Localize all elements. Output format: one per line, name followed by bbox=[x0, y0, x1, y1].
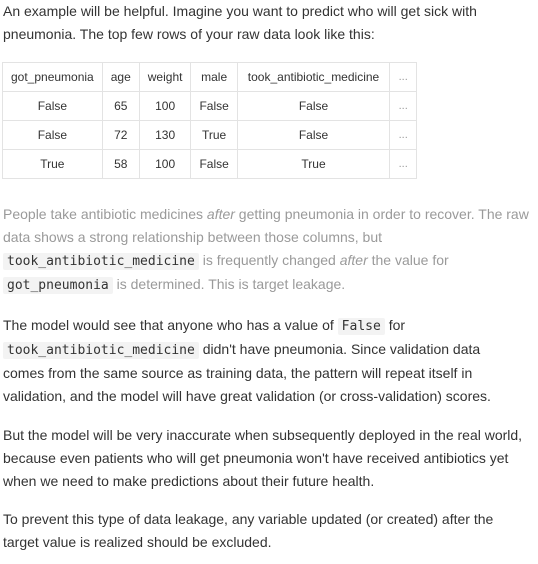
p4-text-c: when we need to make predictions about t… bbox=[3, 473, 375, 489]
model-behavior-paragraph: The model would see that anyone who has … bbox=[3, 314, 533, 408]
table-row: False 65 100 False False ... bbox=[2, 91, 418, 121]
table-cell: False bbox=[190, 91, 238, 121]
table-cell: 100 bbox=[138, 149, 192, 179]
table-cell: ... bbox=[389, 91, 418, 121]
prevention-paragraph: To prevent this type of data leakage, an… bbox=[3, 508, 533, 554]
p3-text-b: for bbox=[384, 317, 406, 333]
p2-emphasis-after: after bbox=[206, 206, 235, 222]
p2-text-d: is frequently changed bbox=[198, 252, 340, 268]
p3-text-c: didn't have pneumonia. Since validation … bbox=[198, 341, 481, 357]
code-got-pneumonia: got_pneumonia bbox=[3, 277, 113, 294]
p3-text-e: validation, and the model will have grea… bbox=[3, 388, 491, 404]
raw-data-table: got_pneumonia age weight male took_antib… bbox=[2, 62, 418, 179]
header-male: male bbox=[190, 62, 238, 92]
p4-text-a: But the model will be very inaccurate wh… bbox=[3, 427, 523, 443]
p5-text-b: target value is realized should be exclu… bbox=[3, 534, 272, 550]
p5-text-a: To prevent this type of data leakage, an… bbox=[3, 511, 494, 527]
p2-text-b: getting pneumonia in order to recover. T… bbox=[234, 206, 529, 222]
table-cell: 58 bbox=[101, 149, 140, 179]
table-cell: True bbox=[190, 120, 238, 150]
table-cell: False bbox=[236, 91, 391, 121]
table-cell: False bbox=[2, 120, 103, 150]
header-more: ... bbox=[389, 62, 418, 92]
leakage-explanation-paragraph: People take antibiotic medicines after g… bbox=[3, 203, 533, 297]
table-cell: True bbox=[236, 149, 391, 179]
table-row: False 72 130 True False ... bbox=[2, 120, 418, 150]
table-cell: 65 bbox=[101, 91, 140, 121]
table-cell: ... bbox=[389, 149, 418, 179]
table-cell: 72 bbox=[101, 120, 140, 150]
header-age: age bbox=[101, 62, 140, 92]
intro-paragraph: An example will be helpful. Imagine you … bbox=[3, 0, 533, 46]
code-false: False bbox=[337, 318, 385, 335]
deployment-paragraph: But the model will be very inaccurate wh… bbox=[3, 424, 533, 493]
p2-text-f: is determined. This is target leakage. bbox=[112, 276, 346, 292]
code-took-antibiotic-medicine-2: took_antibiotic_medicine bbox=[3, 342, 199, 359]
p2-text-c: data shows a strong relationship between… bbox=[3, 229, 383, 245]
p3-text-a: The model would see that anyone who has … bbox=[3, 317, 338, 333]
p4-text-b: because even patients who will get pneum… bbox=[3, 450, 509, 466]
p2-text-a: People take antibiotic medicines bbox=[3, 206, 207, 222]
table-cell: 130 bbox=[138, 120, 192, 150]
p2-text-e: the value for bbox=[367, 252, 449, 268]
p2-emphasis-after-2: after bbox=[339, 252, 368, 268]
p3-text-d: comes from the same source as training d… bbox=[3, 365, 473, 381]
table-cell: True bbox=[2, 149, 103, 179]
header-got-pneumonia: got_pneumonia bbox=[2, 62, 103, 92]
table-cell: False bbox=[2, 91, 103, 121]
header-weight: weight bbox=[138, 62, 192, 92]
intro-line-1: An example will be helpful. Imagine you … bbox=[3, 3, 477, 19]
table-cell: 100 bbox=[138, 91, 192, 121]
header-took-antibiotic-medicine: took_antibiotic_medicine bbox=[236, 62, 391, 92]
table-cell: ... bbox=[389, 120, 418, 150]
table-header-row: got_pneumonia age weight male took_antib… bbox=[2, 62, 418, 92]
table-row: True 58 100 False True ... bbox=[2, 149, 418, 179]
table-cell: False bbox=[190, 149, 238, 179]
code-took-antibiotic-medicine: took_antibiotic_medicine bbox=[3, 253, 199, 270]
intro-line-2: pneumonia. The top few rows of your raw … bbox=[3, 26, 375, 42]
table-cell: False bbox=[236, 120, 391, 150]
